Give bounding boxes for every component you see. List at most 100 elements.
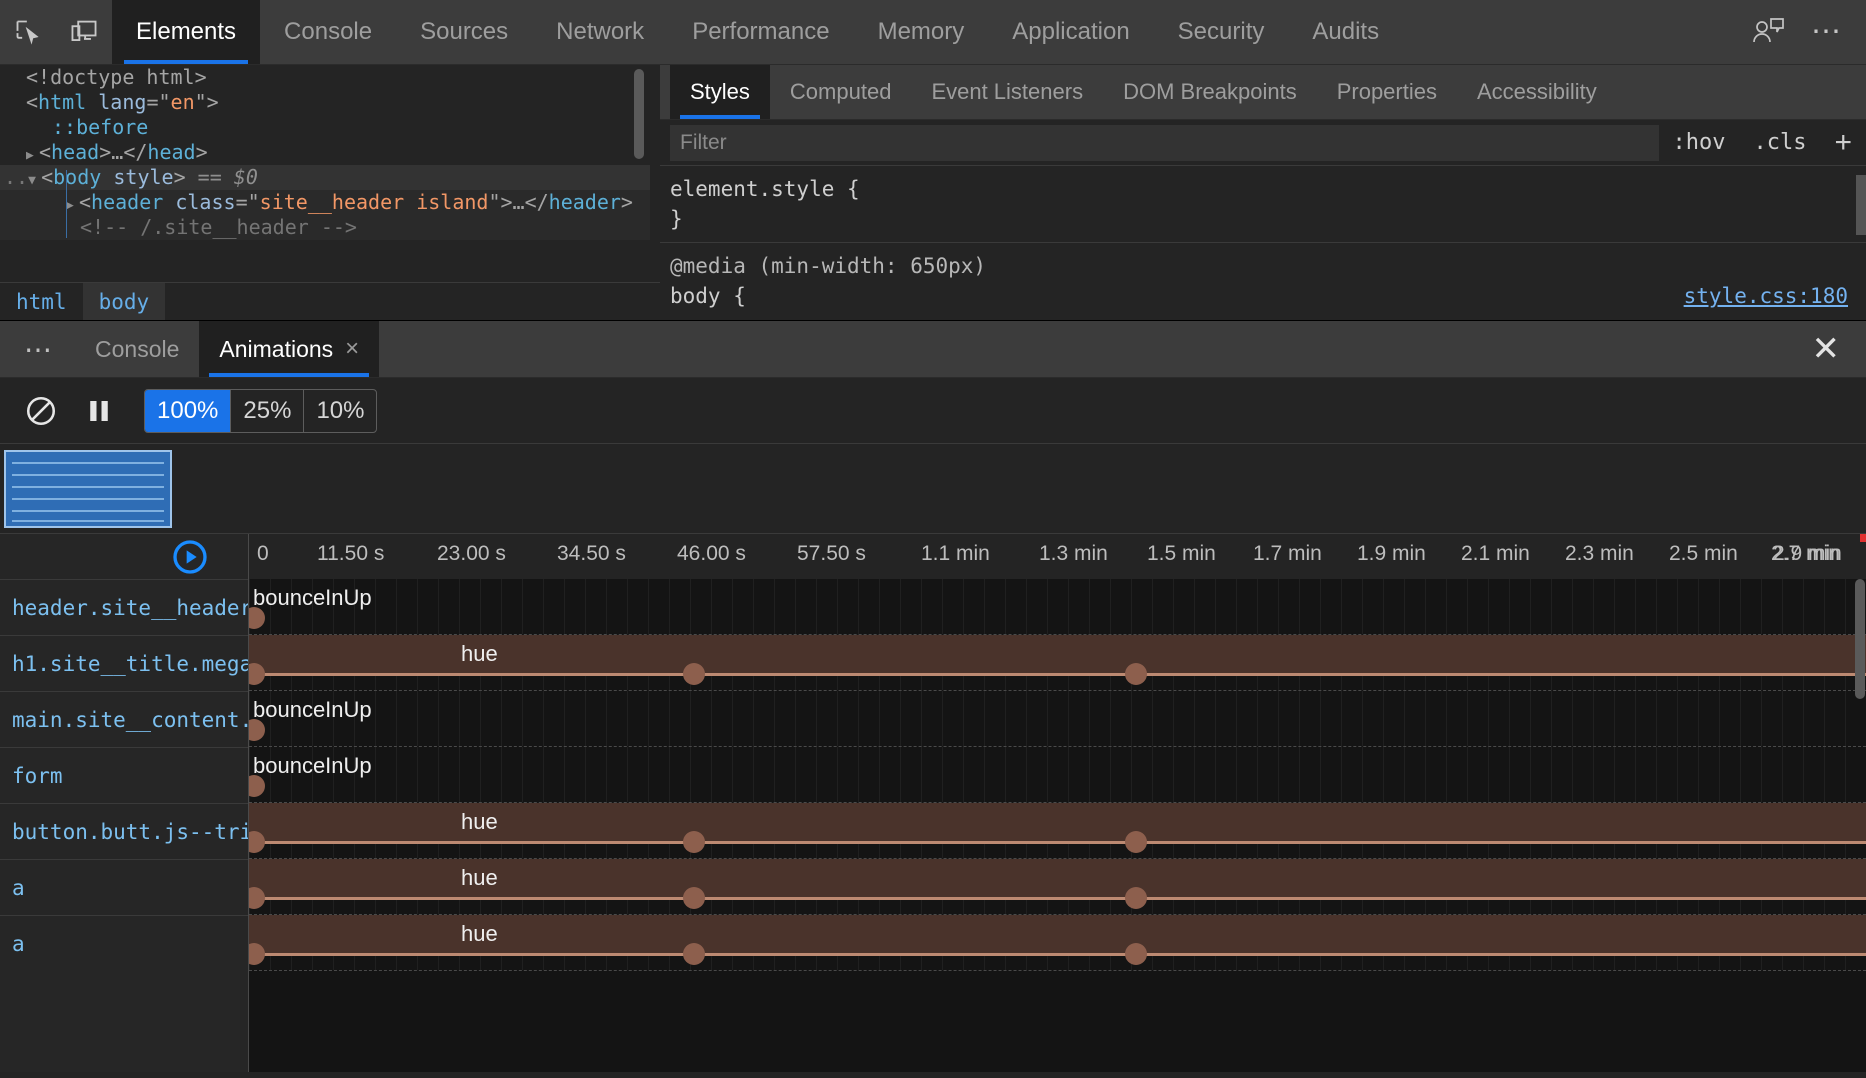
inspect-element-icon[interactable] xyxy=(0,0,56,64)
animation-name-label: hue xyxy=(461,921,498,947)
html-attr-name: lang xyxy=(98,90,146,114)
animation-timeline[interactable]: 0 11.50 s 23.00 s 34.50 s 46.00 s 57.50 … xyxy=(0,534,1866,1072)
timeline-track-row[interactable]: hue xyxy=(249,859,1866,915)
collapse-triangle-icon[interactable]: ▼ xyxy=(28,168,41,193)
tab-elements[interactable]: Elements xyxy=(112,0,260,64)
dom-line-comment[interactable]: <!-- /.site__header --> xyxy=(0,215,660,240)
timeline-track-row[interactable]: hue xyxy=(249,915,1866,971)
timeline-track-row[interactable]: bounceInUp xyxy=(249,747,1866,803)
style-rule-media-body[interactable]: @media (min-width: 650px) body { style.c… xyxy=(660,243,1866,319)
tab-styles[interactable]: Styles xyxy=(670,65,770,119)
timeline-row-label[interactable]: a xyxy=(0,859,248,915)
dom-tree-scrollbar[interactable] xyxy=(634,69,644,159)
tab-security[interactable]: Security xyxy=(1154,0,1289,64)
tab-sources[interactable]: Sources xyxy=(396,0,532,64)
speed-100-button[interactable]: 100% xyxy=(145,390,231,432)
animation-group-preview[interactable] xyxy=(4,450,172,528)
drawer-more-tabs-icon[interactable]: ⋯ xyxy=(0,321,75,377)
dom-line-html[interactable]: <html lang="en"> xyxy=(0,90,660,115)
dom-line-pseudo-before[interactable]: ::before xyxy=(0,115,660,140)
keyframe-dot[interactable] xyxy=(1125,943,1147,965)
more-options-icon[interactable]: ⋯ xyxy=(1811,17,1844,47)
new-style-rule-button[interactable]: + xyxy=(1820,128,1866,158)
speed-10-button[interactable]: 10% xyxy=(304,390,376,432)
keyframe-dot[interactable] xyxy=(683,663,705,685)
devtools-drawer: ⋯ Console Animations × ✕ 100% 25% 10% xyxy=(0,320,1866,1078)
pause-animations-icon[interactable] xyxy=(72,384,126,438)
timeline-vertical-scrollbar[interactable] xyxy=(1855,579,1865,699)
tab-console[interactable]: Console xyxy=(260,0,396,64)
toggle-hov-button[interactable]: :hov xyxy=(1659,130,1740,155)
timeline-end-marker xyxy=(1860,534,1866,542)
styles-filter-input[interactable] xyxy=(670,125,1659,161)
timeline-row-label[interactable]: header.site__header.i xyxy=(0,579,248,635)
tab-memory[interactable]: Memory xyxy=(854,0,989,64)
close-animations-tab-icon[interactable]: × xyxy=(345,335,359,363)
feedback-person-icon[interactable] xyxy=(1751,15,1785,50)
timeline-track-row[interactable]: bounceInUp xyxy=(249,579,1866,635)
keyframe-dot[interactable] xyxy=(1125,663,1147,685)
timeline-track-row[interactable]: hue xyxy=(249,803,1866,859)
timeline-ruler[interactable]: 0 11.50 s 23.00 s 34.50 s 46.00 s 57.50 … xyxy=(249,534,1866,579)
keyframe-dot[interactable] xyxy=(683,887,705,909)
expand-triangle-icon[interactable]: ▶ xyxy=(66,193,79,218)
tab-network[interactable]: Network xyxy=(532,0,668,64)
dom-tree-panel[interactable]: <!doctype html> <html lang="en"> ::befor… xyxy=(0,65,660,280)
tick-label: 1.1 min xyxy=(921,542,990,566)
header-tag-name: header xyxy=(91,190,163,214)
timeline-row-label[interactable]: form xyxy=(0,747,248,803)
style-source-link[interactable]: style.css:180 xyxy=(1684,281,1848,311)
device-toolbar-icon[interactable] xyxy=(56,0,112,64)
html-tag-name: html xyxy=(38,90,86,114)
dom-line-doctype[interactable]: <!doctype html> xyxy=(0,65,660,90)
timeline-row-label[interactable]: main.site__content.is xyxy=(0,691,248,747)
breadcrumb-item-html[interactable]: html xyxy=(0,283,83,321)
tab-performance-label: Performance xyxy=(692,18,829,46)
media-query-text: @media (min-width: 650px) xyxy=(670,251,1866,281)
tab-dom-breakpoints[interactable]: DOM Breakpoints xyxy=(1103,65,1317,119)
panel-splitter[interactable] xyxy=(650,65,660,280)
animations-control-bar: 100% 25% 10% xyxy=(0,378,1866,444)
tab-performance[interactable]: Performance xyxy=(668,0,853,64)
tab-network-label: Network xyxy=(556,18,644,46)
breadcrumb-item-body[interactable]: body xyxy=(83,283,166,321)
tab-properties[interactable]: Properties xyxy=(1317,65,1457,119)
body-tag-name: body xyxy=(53,165,101,189)
animation-name-label: bounceInUp xyxy=(253,697,372,723)
tab-properties-label: Properties xyxy=(1337,79,1437,105)
keyframe-dot[interactable] xyxy=(1125,831,1147,853)
styles-scrollbar[interactable] xyxy=(1856,175,1866,235)
drawer-tab-animations[interactable]: Animations × xyxy=(199,321,379,377)
tick-label: 0 xyxy=(257,542,269,566)
timeline-track-row[interactable]: hue xyxy=(249,635,1866,691)
replay-icon[interactable] xyxy=(170,537,210,577)
dom-line-body[interactable]: ..▼<body style> == $0 xyxy=(0,165,660,190)
timeline-row-label[interactable]: button.butt.js--trigge xyxy=(0,803,248,859)
timeline-tracks[interactable]: bounceInUp hue bounceInUp xyxy=(249,579,1866,1072)
toggle-cls-button[interactable]: .cls xyxy=(1739,130,1820,155)
header-ellipsis: … xyxy=(513,190,525,214)
tab-application[interactable]: Application xyxy=(988,0,1153,64)
close-drawer-icon[interactable]: ✕ xyxy=(1786,321,1866,377)
timeline-row-label[interactable]: h1.site__title.mega xyxy=(0,635,248,691)
styles-sidebar: Styles Computed Event Listeners DOM Brea… xyxy=(660,65,1866,320)
clear-all-animations-icon[interactable] xyxy=(14,384,68,438)
tab-audits[interactable]: Audits xyxy=(1288,0,1403,64)
speed-25-button[interactable]: 25% xyxy=(231,390,304,432)
keyframe-dot[interactable] xyxy=(683,831,705,853)
element-style-selector: element.style { xyxy=(670,174,1866,204)
styles-tab-list: Styles Computed Event Listeners DOM Brea… xyxy=(660,65,1866,120)
drawer-tab-console[interactable]: Console xyxy=(75,321,199,377)
timeline-row-label[interactable]: a xyxy=(0,915,248,971)
tab-accessibility[interactable]: Accessibility xyxy=(1457,65,1617,119)
tab-computed[interactable]: Computed xyxy=(770,65,912,119)
dom-line-head[interactable]: ▶<head>…</head> xyxy=(0,140,660,165)
toolbar-right-actions: ⋯ xyxy=(1751,0,1866,64)
keyframe-dot[interactable] xyxy=(1125,887,1147,909)
tab-dom-breakpoints-label: DOM Breakpoints xyxy=(1123,79,1297,105)
keyframe-dot[interactable] xyxy=(683,943,705,965)
style-rule-element-style[interactable]: element.style { } xyxy=(660,166,1866,243)
tab-event-listeners[interactable]: Event Listeners xyxy=(911,65,1103,119)
timeline-track-row[interactable]: bounceInUp xyxy=(249,691,1866,747)
dom-line-header[interactable]: ▶<header class="site__header island">…</… xyxy=(0,190,660,215)
